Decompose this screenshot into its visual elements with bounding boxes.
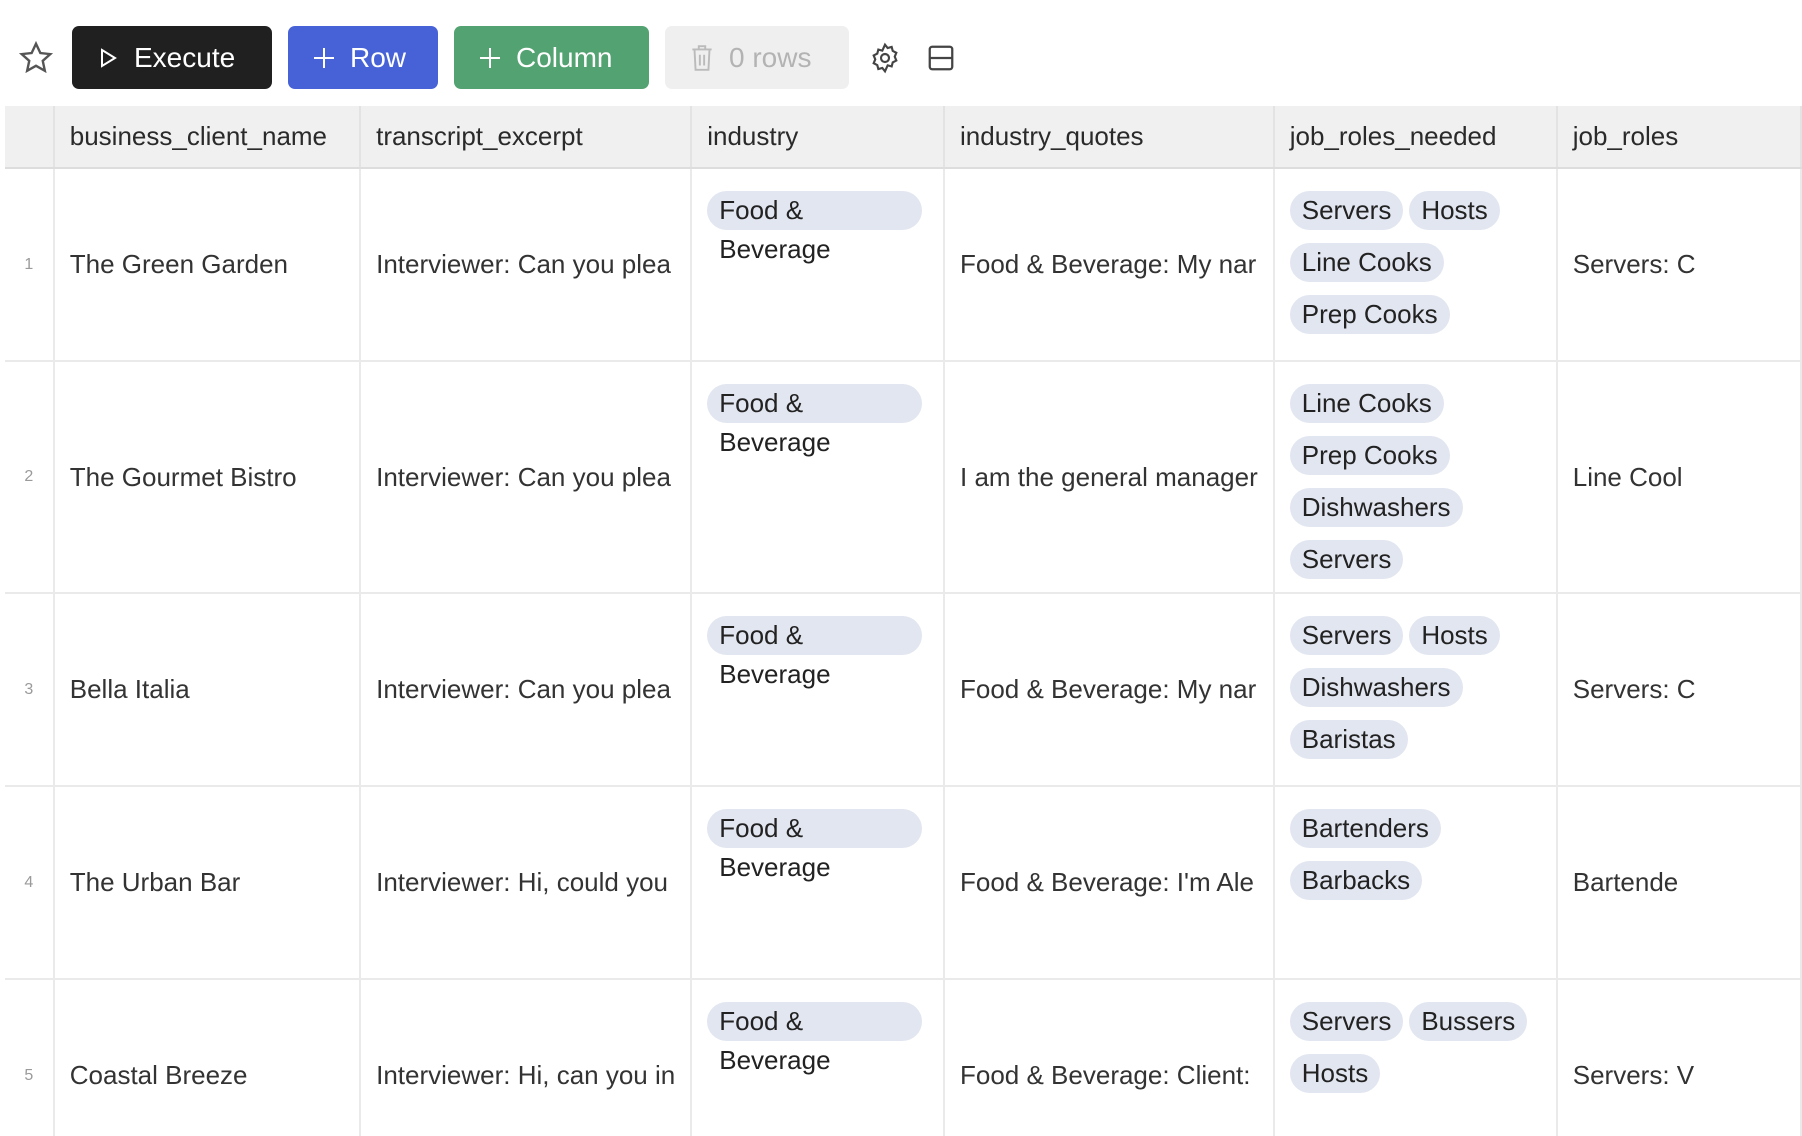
column-header[interactable]: industry [691, 106, 945, 169]
row-number[interactable]: 2 [5, 361, 55, 594]
plus-icon [480, 47, 500, 68]
job-role-tag: Barbacks [1289, 861, 1423, 900]
cell-transcript-excerpt[interactable]: Interviewer: Can you plea [360, 361, 693, 594]
job-role-tag: Prep Cooks [1289, 295, 1450, 334]
star-icon[interactable] [16, 38, 56, 78]
cell-job-roles-needed[interactable]: Servers Hosts Dishwashers Baristas [1273, 593, 1558, 787]
add-column-label: Column [516, 41, 613, 73]
settings-gear-icon[interactable] [865, 38, 905, 78]
row-number[interactable]: 1 [5, 168, 55, 362]
job-role-tag: Prep Cooks [1289, 436, 1450, 475]
cell-business-client-name[interactable]: Coastal Breeze [53, 979, 362, 1136]
row-number[interactable]: 4 [5, 786, 55, 980]
industry-tag: Food & Beverage [707, 616, 922, 689]
layout-split-icon[interactable] [921, 38, 961, 78]
job-role-tag: Servers [1289, 191, 1404, 230]
column-header[interactable]: job_roles_needed [1273, 106, 1558, 169]
job-role-tag: Bartenders [1289, 809, 1441, 848]
cell-industry[interactable]: Food & Beverage [691, 593, 945, 787]
job-role-tag: Servers [1289, 616, 1404, 655]
cell-job-roles[interactable]: Servers: C [1556, 168, 1802, 362]
cell-industry[interactable]: Food & Beverage [691, 979, 945, 1136]
job-role-tag: Line Cooks [1289, 384, 1444, 423]
trash-icon [692, 44, 712, 71]
cell-industry-quotes[interactable]: Food & Beverage: My nar [944, 593, 1275, 787]
cell-industry-quotes[interactable]: Food & Beverage: My nar [944, 168, 1275, 362]
add-row-label: Row [350, 41, 407, 73]
delete-rows-button[interactable]: 0 rows [665, 26, 849, 89]
table-row[interactable]: 4 The Urban Bar Interviewer: Hi, could you… [5, 786, 1802, 980]
job-role-tag: Line Cooks [1289, 243, 1444, 282]
job-role-tag: Servers [1289, 1002, 1404, 1041]
cell-business-client-name[interactable]: The Green Garden [53, 168, 362, 362]
cell-business-client-name[interactable]: Bella Italia [53, 593, 362, 787]
execute-label: Execute [134, 41, 236, 73]
cell-job-roles[interactable]: Servers: C [1556, 593, 1802, 787]
job-role-tag: Hosts [1289, 1054, 1381, 1093]
cell-industry-quotes[interactable]: Food & Beverage: I'm Ale [944, 786, 1275, 980]
cell-industry[interactable]: Food & Beverage [691, 786, 945, 980]
cell-job-roles-needed[interactable]: Servers Bussers Hosts [1273, 979, 1558, 1136]
industry-tag: Food & Beverage [707, 191, 922, 264]
cell-job-roles[interactable]: Bartende [1556, 786, 1802, 980]
cell-transcript-excerpt[interactable]: Interviewer: Hi, can you in [360, 979, 693, 1136]
job-role-tag: Bussers [1409, 1002, 1528, 1041]
column-header[interactable]: business_client_name [53, 106, 362, 169]
column-header[interactable]: transcript_excerpt [360, 106, 693, 169]
job-role-tag: Dishwashers [1289, 488, 1463, 527]
table-row[interactable]: 1 The Green Garden Interviewer: Can you pl… [5, 168, 1802, 362]
table-row[interactable]: 5 Coastal Breeze Interviewer: Hi, can you … [5, 979, 1802, 1136]
toolbar: Execute Row Column 0 rows [0, 26, 961, 89]
table-row[interactable]: 2 The Gourmet Bistro Interviewer: Can you … [5, 361, 1802, 594]
industry-tag: Food & Beverage [707, 384, 922, 457]
row-number[interactable]: 3 [5, 593, 55, 787]
industry-tag: Food & Beverage [707, 809, 922, 882]
cell-job-roles[interactable]: Line Cool [1556, 361, 1802, 594]
add-row-button[interactable]: Row [288, 26, 438, 89]
cell-transcript-excerpt[interactable]: Interviewer: Hi, could you [360, 786, 693, 980]
column-header[interactable]: job_roles [1556, 106, 1802, 169]
cell-industry-quotes[interactable]: Food & Beverage: Client: [944, 979, 1275, 1136]
cell-transcript-excerpt[interactable]: Interviewer: Can you plea [360, 593, 693, 787]
cell-job-roles-needed[interactable]: Servers Hosts Line Cooks Prep Cooks [1273, 168, 1558, 362]
job-role-tag: Hosts [1409, 616, 1500, 655]
row-number[interactable]: 5 [5, 979, 55, 1136]
cell-industry[interactable]: Food & Beverage [691, 361, 945, 594]
plus-icon [314, 47, 334, 68]
data-grid: business_client_name transcript_excerpt … [5, 106, 1802, 1136]
cell-job-roles[interactable]: Servers: V [1556, 979, 1802, 1136]
job-role-tag: Servers [1289, 540, 1404, 579]
delete-rows-label: 0 rows [729, 41, 812, 73]
execute-button[interactable]: Execute [72, 26, 272, 89]
cell-transcript-excerpt[interactable]: Interviewer: Can you plea [360, 168, 693, 362]
row-number-header [5, 106, 55, 169]
cell-business-client-name[interactable]: The Urban Bar [53, 786, 362, 980]
play-icon [101, 47, 117, 68]
cell-industry-quotes[interactable]: I am the general manager [944, 361, 1275, 594]
table-row[interactable]: 3 Bella Italia Interviewer: Can you plea Fo… [5, 593, 1802, 787]
column-header[interactable]: industry_quotes [944, 106, 1275, 169]
header-row: business_client_name transcript_excerpt … [5, 106, 1802, 169]
job-role-tag: Hosts [1409, 191, 1500, 230]
cell-business-client-name[interactable]: The Gourmet Bistro [53, 361, 362, 594]
add-column-button[interactable]: Column [454, 26, 649, 89]
cell-industry[interactable]: Food & Beverage [691, 168, 945, 362]
cell-job-roles-needed[interactable]: Line Cooks Prep Cooks Dishwashers Servers [1273, 361, 1558, 594]
job-role-tag: Baristas [1289, 720, 1408, 759]
job-role-tag: Dishwashers [1289, 668, 1463, 707]
industry-tag: Food & Beverage [707, 1002, 922, 1075]
cell-job-roles-needed[interactable]: Bartenders Barbacks [1273, 786, 1558, 980]
